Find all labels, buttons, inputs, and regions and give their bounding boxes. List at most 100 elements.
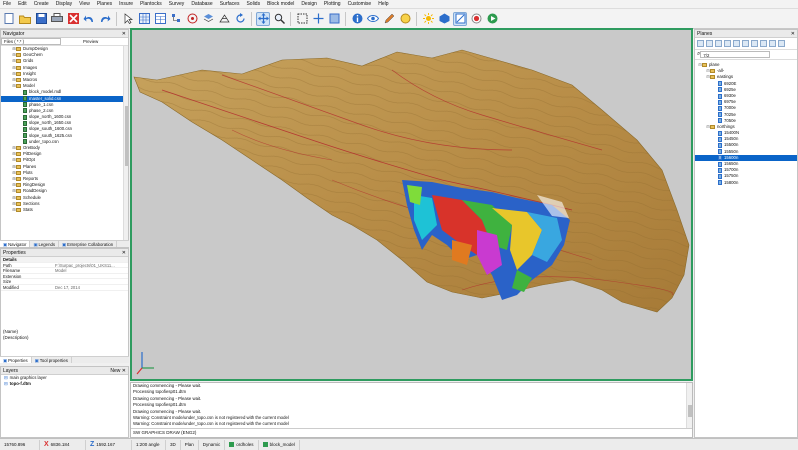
info-icon[interactable] [350, 12, 364, 26]
plane-tool-icon[interactable] [751, 40, 758, 47]
property-row[interactable]: Modified Dec 17, 2014 [1, 285, 128, 291]
menu-item[interactable]: Block model [267, 1, 294, 7]
menu-item[interactable]: Create [34, 1, 49, 7]
plane-tool-icon[interactable] [715, 40, 722, 47]
record-icon[interactable] [469, 12, 483, 26]
console-messages: Drawing commencing - Please wait. Process… [131, 383, 692, 428]
navigator-preview-label[interactable]: Preview [83, 39, 98, 44]
pen-icon[interactable] [382, 12, 396, 26]
plane-tool-icon[interactable] [778, 40, 785, 47]
properties-tab[interactable]: ▣ Tool properties [32, 357, 72, 363]
graphics-viewport[interactable] [130, 28, 693, 381]
command-text: SW GRAPHICS DRAW (ENG2) [133, 430, 197, 435]
menu-item[interactable]: Solids [246, 1, 260, 7]
status-model[interactable]: block_model [259, 439, 300, 450]
light-icon[interactable] [421, 12, 435, 26]
plane-tree-item[interactable]: 15800n [695, 180, 797, 186]
menu-item[interactable]: Surfaces [220, 1, 240, 7]
navigator-tab[interactable]: ▣ Navigator [0, 241, 31, 247]
table-icon[interactable] [153, 12, 167, 26]
plane-tool-icon[interactable] [724, 40, 731, 47]
planes-close-icon[interactable]: ✕ [791, 30, 795, 37]
properties-close-icon[interactable]: ✕ [122, 249, 126, 256]
plane-tool-icon[interactable] [697, 40, 704, 47]
menu-item[interactable]: Customise [348, 1, 372, 7]
status-view[interactable]: Plan [181, 439, 199, 450]
zoom-icon[interactable] [272, 12, 286, 26]
properties-description-label: (Description) [3, 335, 29, 340]
navigator-filter-select[interactable]: Files ( *.* ) [1, 38, 61, 45]
menu-item[interactable]: View [79, 1, 90, 7]
grid-icon[interactable] [137, 12, 151, 26]
tree-icon[interactable] [169, 12, 183, 26]
menu-item[interactable]: Plotting [324, 1, 341, 7]
layers-panel: Layers New ✕ ⊟ main graphics layer ⊟ topo-f… [0, 366, 129, 438]
redo-icon[interactable] [98, 12, 112, 26]
folder-icon [16, 146, 21, 151]
navigator-close-icon[interactable]: ✕ [122, 30, 126, 37]
navigator-tree-item[interactable]: ⊞ Stats [1, 207, 123, 213]
status-y-coordinate: 15760.896 [0, 439, 40, 450]
crosshair-icon[interactable] [311, 12, 325, 26]
layers-icon[interactable] [201, 12, 215, 26]
plane-tool-icon[interactable] [769, 40, 776, 47]
menu-item[interactable]: Survey [169, 1, 185, 7]
open-icon[interactable] [18, 12, 32, 26]
plane-tool-icon[interactable] [742, 40, 749, 47]
navigator-tab[interactable]: ▣ Legends [30, 241, 60, 247]
navigator-scrollbar[interactable] [123, 46, 128, 247]
plane-icon [718, 161, 722, 167]
plane-icon [718, 112, 722, 118]
menu-item[interactable]: Plantocks [140, 1, 162, 7]
menu-item[interactable]: Planes [97, 1, 112, 7]
message-console: Drawing commencing - Please wait. Process… [130, 382, 693, 438]
console-scroll-thumb[interactable] [688, 405, 692, 417]
plane-icon [718, 149, 722, 155]
rotate-icon[interactable] [233, 12, 247, 26]
planes-title: Planes [697, 31, 713, 37]
undo-icon[interactable] [82, 12, 96, 26]
layers-new-button[interactable]: New [110, 368, 120, 374]
vector-icon[interactable] [453, 11, 467, 26]
shading-icon[interactable] [327, 12, 341, 26]
navigator-scroll-thumb[interactable] [125, 106, 128, 166]
status-dynamic[interactable]: Dynamic [199, 439, 226, 450]
eye-icon[interactable] [366, 12, 380, 26]
menu-item[interactable]: Edit [18, 1, 27, 7]
status-mode[interactable]: 3D [166, 439, 181, 450]
menu-item[interactable]: Database [191, 1, 212, 7]
select-icon[interactable] [121, 12, 135, 26]
console-scrollbar[interactable] [686, 383, 692, 428]
menu-item[interactable]: Help [378, 1, 388, 7]
target-icon[interactable] [185, 12, 199, 26]
color-icon[interactable] [398, 12, 412, 26]
properties-tab[interactable]: ▣ Properties [0, 357, 32, 363]
wireframe-icon[interactable] [217, 12, 231, 26]
layer-item[interactable]: ⊟ topo-f.dtm [1, 381, 128, 387]
menu-item[interactable]: Design [301, 1, 317, 7]
command-line[interactable]: SW GRAPHICS DRAW (ENG2) [131, 428, 692, 436]
selection-box-icon[interactable] [295, 12, 309, 26]
menu-item[interactable]: File [3, 1, 11, 7]
layers-close-icon[interactable]: ✕ [122, 368, 126, 374]
play-icon[interactable] [485, 12, 499, 26]
sphere-icon[interactable] [437, 12, 451, 26]
print-icon[interactable] [50, 12, 64, 26]
close-red-icon[interactable] [66, 12, 80, 26]
save-icon[interactable] [34, 12, 48, 26]
status-layer[interactable]: ordholes [225, 439, 259, 450]
menu-item[interactable]: Insure [119, 1, 133, 7]
terrain-scene[interactable] [132, 30, 691, 379]
new-icon[interactable] [2, 12, 16, 26]
plane-tool-icon[interactable] [760, 40, 767, 47]
folder-icon [16, 152, 21, 157]
planes-search-input[interactable]: 7/2 [700, 51, 771, 58]
plane-tool-icon[interactable] [733, 40, 740, 47]
file-icon [23, 89, 27, 95]
pan-icon[interactable] [256, 11, 270, 26]
navigator-tab[interactable]: ▣ Enterprise Collaboration [59, 241, 118, 247]
plane-tool-icon[interactable] [706, 40, 713, 47]
menu-item[interactable]: Display [56, 1, 72, 7]
status-zoom[interactable]: 1:200 angle [132, 439, 166, 450]
properties-title: Properties [3, 250, 26, 256]
